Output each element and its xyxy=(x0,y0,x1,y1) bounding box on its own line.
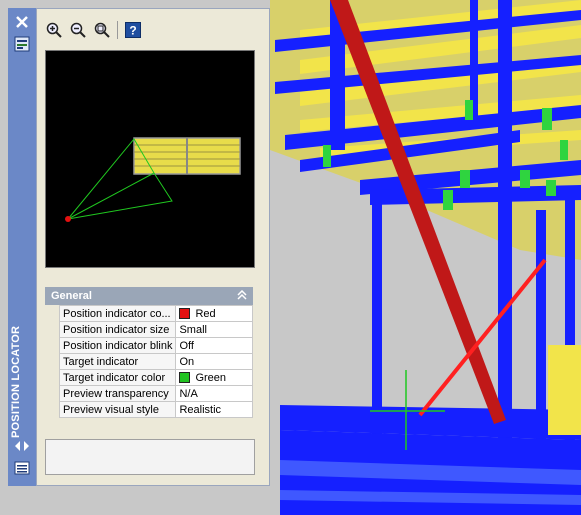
property-row[interactable]: Target indicator On xyxy=(58,353,253,370)
svg-text:?: ? xyxy=(129,24,136,38)
color-swatch xyxy=(179,308,191,320)
palette-title: POSITION LOCATOR xyxy=(10,325,22,438)
zoom-out-icon[interactable] xyxy=(69,21,87,39)
zoom-in-icon[interactable] xyxy=(45,21,63,39)
color-swatch xyxy=(179,372,191,384)
close-icon[interactable] xyxy=(12,12,32,32)
property-row[interactable]: Position indicator blink Off xyxy=(58,337,253,354)
property-value[interactable]: Realistic xyxy=(175,401,253,418)
help-icon[interactable]: ? xyxy=(124,21,142,39)
zoom-extents-icon[interactable] xyxy=(93,21,111,39)
property-row[interactable]: Preview transparency N/A xyxy=(58,385,253,402)
property-name: Preview transparency xyxy=(58,385,177,402)
property-name: Position indicator co... xyxy=(58,305,177,322)
property-row[interactable]: Preview visual style Realistic xyxy=(58,401,253,418)
description-box xyxy=(45,439,255,475)
palette-titlebar[interactable]: POSITION LOCATOR xyxy=(8,8,37,486)
toolbar-separator xyxy=(117,21,118,39)
property-name: Position indicator size xyxy=(58,321,177,338)
palette-body: ? General Position indicator co... Red P… xyxy=(36,8,270,486)
property-name: Target indicator xyxy=(58,353,177,370)
property-row[interactable]: Target indicator color Green xyxy=(58,369,253,386)
property-name: Preview visual style xyxy=(58,401,177,418)
general-section-title: General xyxy=(51,290,92,302)
property-value[interactable]: Off xyxy=(175,337,253,354)
position-preview[interactable] xyxy=(45,50,255,268)
position-locator-palette: POSITION LOCATOR ? General Position indi… xyxy=(8,8,270,486)
property-value: Red xyxy=(195,307,216,320)
property-value[interactable]: On xyxy=(175,353,253,370)
auto-hide-icon[interactable] xyxy=(12,436,32,456)
menu-icon[interactable] xyxy=(12,458,32,478)
preview-toolbar: ? xyxy=(45,19,142,41)
property-name: Target indicator color xyxy=(58,369,177,386)
properties-icon[interactable] xyxy=(12,34,32,54)
properties-table: Position indicator co... Red Position in… xyxy=(58,305,253,418)
property-row[interactable]: Position indicator co... Red xyxy=(58,305,253,322)
general-section-header[interactable]: General xyxy=(45,287,253,305)
property-value[interactable]: N/A xyxy=(175,385,253,402)
property-row[interactable]: Position indicator size Small xyxy=(58,321,253,338)
property-name: Position indicator blink xyxy=(58,337,177,354)
property-value-cell[interactable]: Red xyxy=(175,305,253,322)
collapse-icon[interactable] xyxy=(237,289,247,303)
position-indicator-marker xyxy=(65,216,71,222)
property-value-cell[interactable]: Green xyxy=(175,369,253,386)
property-value: Green xyxy=(195,371,227,384)
property-value[interactable]: Small xyxy=(175,321,253,338)
